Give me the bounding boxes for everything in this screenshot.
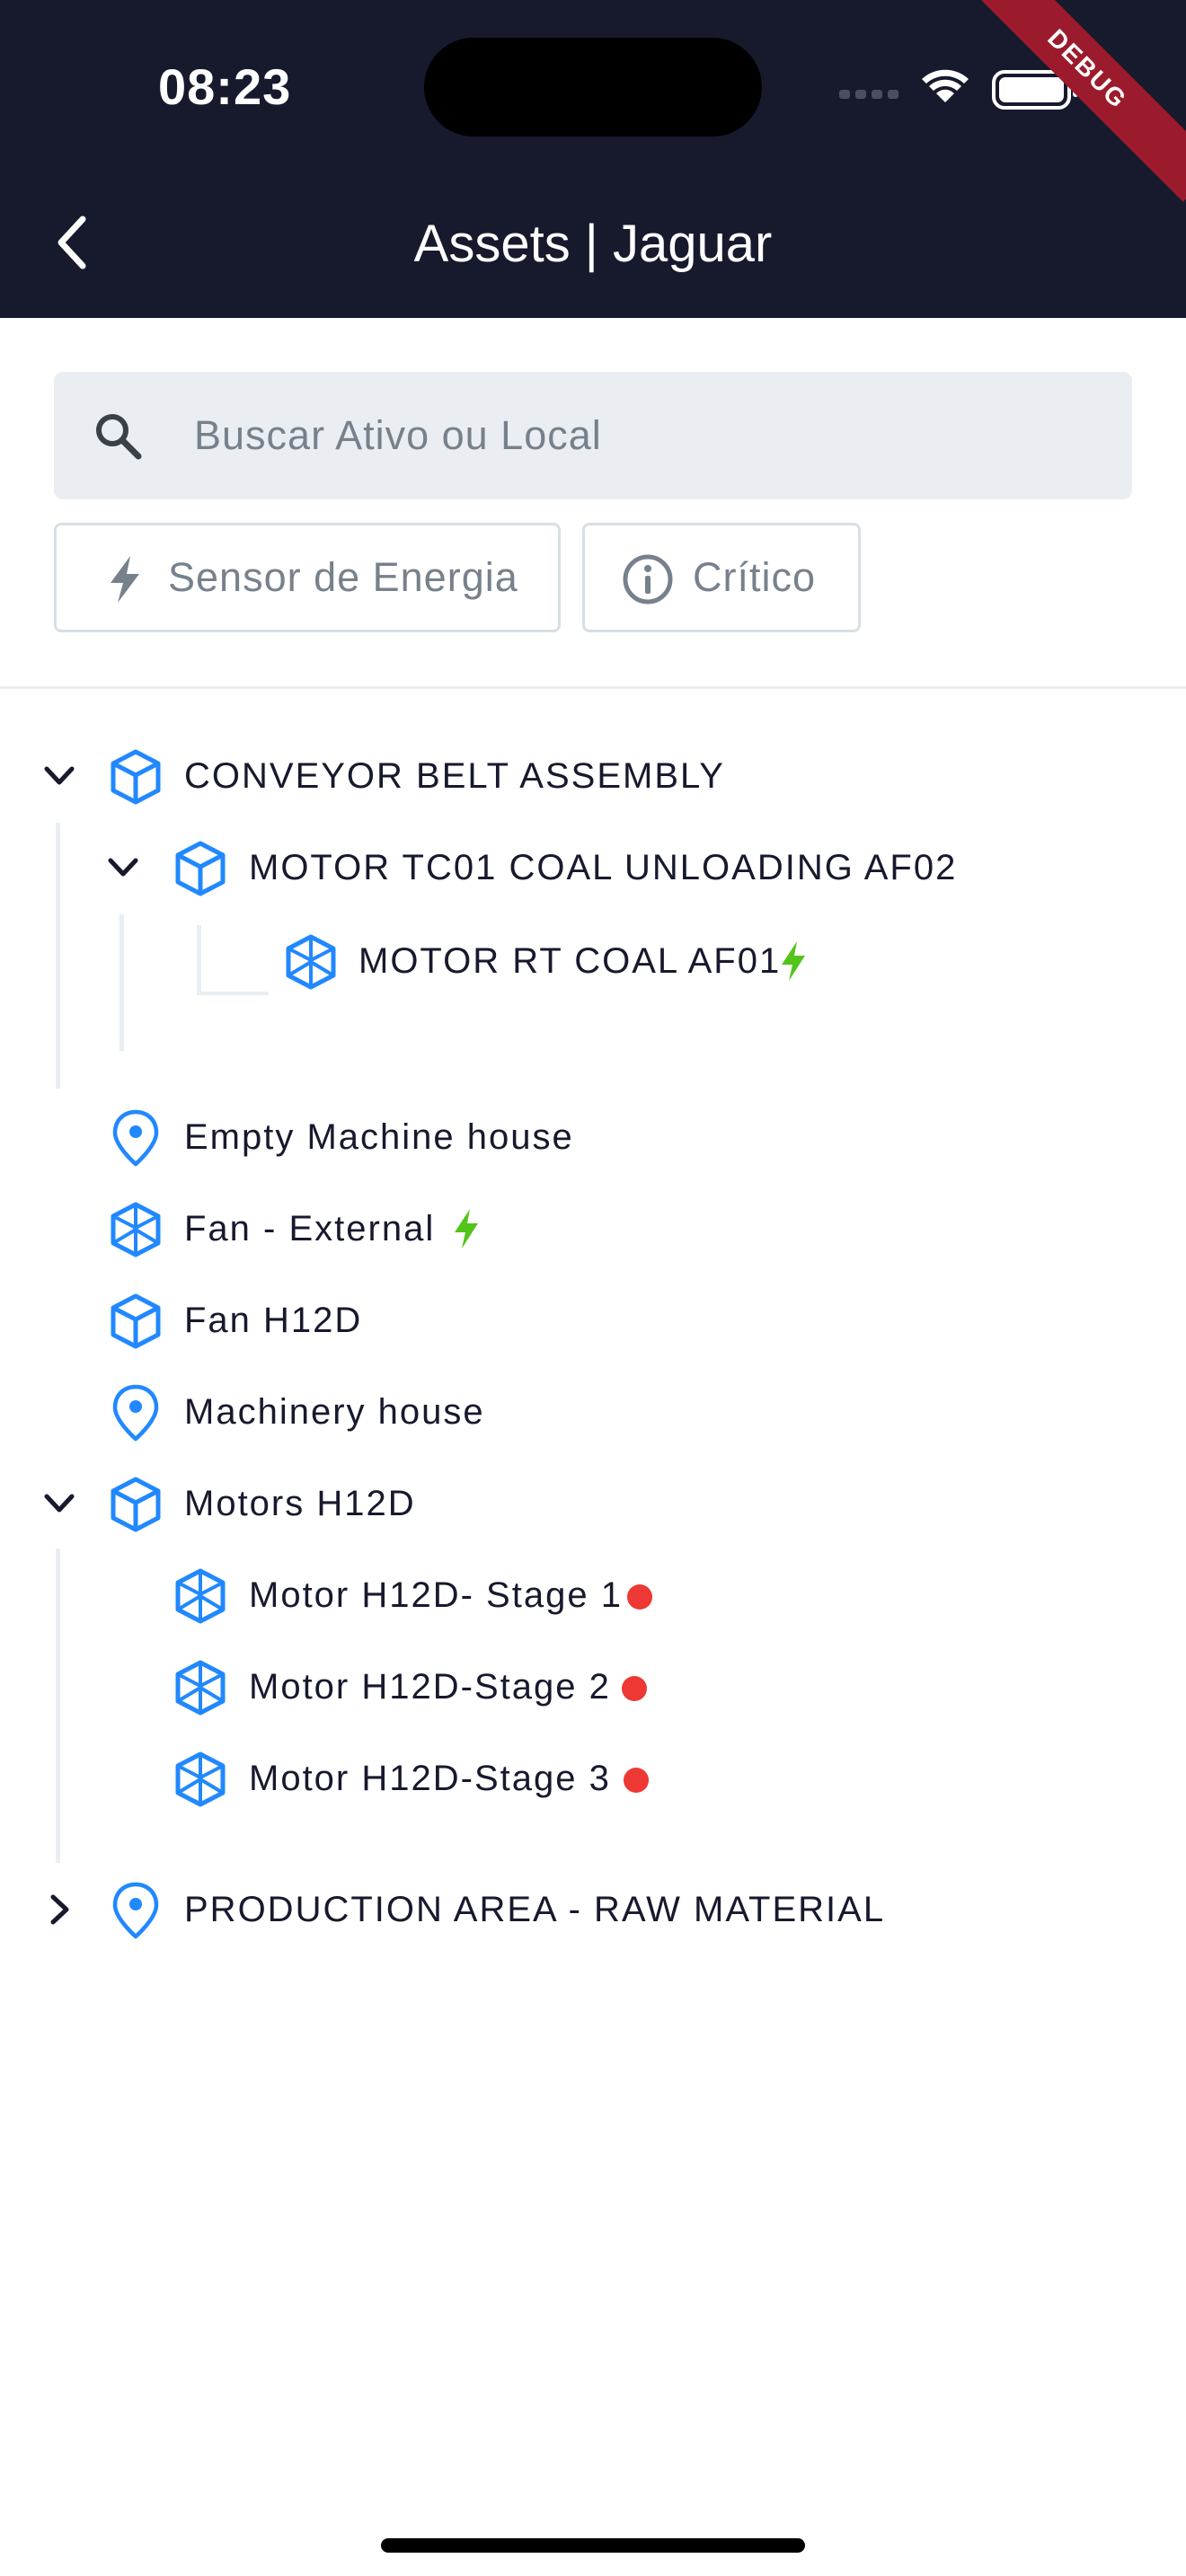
tree-node-conveyor-belt-assembly[interactable]: CONVEYOR BELT ASSEMBLY: [0, 731, 1186, 821]
filter-energy-sensor-button[interactable]: Sensor de Energia: [54, 523, 561, 632]
page-title: Assets | Jaguar: [413, 215, 773, 273]
search-icon: [96, 414, 142, 460]
status-time: 08:23: [158, 58, 292, 115]
dynamic-island: [424, 38, 762, 137]
home-indicator[interactable]: [381, 2538, 805, 2553]
tree-node-label: MOTOR RT COAL AF01: [358, 941, 782, 981]
cube-icon: [106, 1292, 165, 1351]
tree-node-label: Motor H12D- Stage 1: [249, 1575, 623, 1615]
chevron-right-icon[interactable]: [40, 1890, 79, 1929]
tree-node-motors-h12d[interactable]: Motors H12D: [0, 1459, 1186, 1548]
chevron-down-icon[interactable]: [40, 1484, 79, 1523]
component-icon: [171, 1658, 230, 1717]
energy-bolt-icon: [451, 1207, 482, 1250]
tree-node-label: Machinery house: [184, 1392, 485, 1432]
component-icon: [171, 1750, 230, 1809]
tree-node-motor-h12d-stage-3[interactable]: Motor H12D-Stage 3: [0, 1734, 1186, 1823]
tree-node-label: CONVEYOR BELT ASSEMBLY: [184, 756, 725, 796]
tree-node-motor-h12d-stage-2[interactable]: Motor H12D-Stage 2: [0, 1642, 1186, 1732]
tree-node-label: Motor H12D-Stage 2: [249, 1667, 611, 1707]
app-bar: 08:23 DEBUG Assets | Jaguar: [0, 0, 1186, 318]
location-pin-icon: [106, 1108, 165, 1168]
tree-node-machinery-house[interactable]: Machinery house: [0, 1367, 1186, 1457]
critical-status-dot: [627, 1584, 652, 1610]
component-icon: [171, 1566, 230, 1626]
location-pin-icon: [106, 1881, 165, 1940]
tree-node-label: Empty Machine house: [184, 1117, 574, 1157]
divider: [0, 686, 1186, 689]
cube-icon: [106, 747, 165, 807]
status-icons: [839, 69, 1078, 110]
tree-node-label: Motor H12D-Stage 3: [249, 1759, 611, 1798]
component-icon: [281, 932, 341, 992]
tree-node-empty-machine-house[interactable]: Empty Machine house: [0, 1092, 1186, 1182]
filter-critical-label: Crítico: [693, 554, 817, 600]
tree-node-label: PRODUCTION AREA - RAW MATERIAL: [184, 1890, 886, 1929]
tree-node-label: MOTOR TC01 COAL UNLOADING AF02: [249, 848, 958, 887]
wifi-icon: [922, 69, 969, 102]
filter-critical-button[interactable]: Crítico: [582, 523, 861, 632]
tree-node-fan-h12d[interactable]: Fan H12D: [0, 1275, 1186, 1365]
search-bar[interactable]: [54, 372, 1132, 499]
tree-node-motor-rt-coal[interactable]: MOTOR RT COAL AF01: [0, 916, 1186, 1006]
tree-node-label: Fan - External: [184, 1209, 436, 1248]
chevron-down-icon[interactable]: [40, 756, 79, 796]
info-circle-icon: [623, 554, 673, 604]
component-icon: [106, 1200, 165, 1259]
tree-node-motor-tc01[interactable]: MOTOR TC01 COAL UNLOADING AF02: [0, 823, 1186, 913]
chevron-down-icon[interactable]: [103, 848, 143, 887]
search-input[interactable]: [194, 372, 1093, 499]
tree-node-production-area[interactable]: PRODUCTION AREA - RAW MATERIAL: [0, 1865, 1186, 1954]
tree-node-motor-h12d-stage-1[interactable]: Motor H12D- Stage 1: [0, 1550, 1186, 1640]
critical-status-dot: [622, 1676, 647, 1701]
cube-icon: [106, 1475, 165, 1534]
tree-node-label: Motors H12D: [184, 1484, 416, 1523]
energy-bolt-icon: [778, 940, 809, 983]
tree-node-label: Fan H12D: [184, 1301, 363, 1340]
tree-node-fan-external[interactable]: Fan - External: [0, 1184, 1186, 1274]
cube-icon: [171, 839, 230, 898]
cellular-signal-icon: [839, 90, 898, 99]
bolt-icon: [111, 556, 139, 603]
critical-status-dot: [624, 1768, 649, 1793]
location-pin-icon: [106, 1383, 165, 1442]
filter-energy-label: Sensor de Energia: [168, 554, 518, 600]
